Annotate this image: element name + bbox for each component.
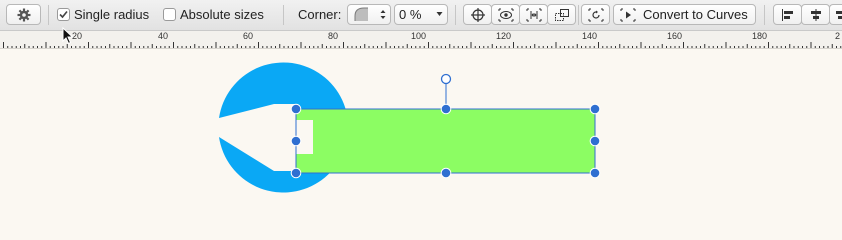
green-rectangle[interactable]	[296, 109, 595, 173]
eye-icon	[498, 8, 514, 22]
gear-icon	[17, 8, 31, 22]
convert-curves-icon	[620, 8, 636, 22]
rotate-icon	[588, 8, 604, 22]
ruler-tick-label: 2	[835, 31, 841, 41]
horizontal-ruler[interactable]: 20 40 60 80 100 120 140 160 180 2	[0, 31, 842, 49]
corner-value-text[interactable]: 0 %	[399, 7, 421, 22]
ruler-tick-label: 100	[411, 31, 427, 41]
toolbar-separator	[578, 5, 579, 25]
corner-value-combobox[interactable]: 0 %	[394, 4, 448, 25]
toolbar-separator	[48, 5, 49, 25]
align-center-icon	[809, 8, 823, 22]
resize-handle-right[interactable]	[589, 135, 601, 147]
eye-button[interactable]	[491, 4, 520, 25]
toolbar-separator	[764, 5, 765, 25]
ruler-tick-label: 160	[667, 31, 683, 41]
rotation-handle[interactable]	[440, 73, 452, 85]
resize-handle-bottom[interactable]	[440, 167, 452, 179]
rotate-button[interactable]	[581, 4, 610, 25]
ruler-tick-label: 180	[752, 31, 768, 41]
resize-handles-icon	[526, 8, 542, 22]
single-radius-label[interactable]: Single radius	[74, 7, 149, 23]
ruler-tick-label: 40	[158, 31, 169, 41]
align-left-icon	[781, 8, 795, 22]
transform-icon	[554, 8, 570, 22]
toolbar-separator	[455, 5, 456, 25]
resize-handle-top-right[interactable]	[589, 103, 601, 115]
align-right-button[interactable]	[829, 4, 842, 25]
ruler-tick-label: 80	[328, 31, 339, 41]
rounded-corner-icon	[354, 7, 372, 22]
corner-type-dropdown[interactable]	[347, 4, 391, 25]
crosshair-button[interactable]	[463, 4, 492, 25]
convert-to-curves-label: Convert to Curves	[643, 7, 748, 22]
resize-handle-top[interactable]	[440, 103, 452, 115]
resize-handle-top-left[interactable]	[290, 103, 302, 115]
stepper-arrows-icon	[380, 9, 386, 20]
ruler-tick-label: 140	[582, 31, 598, 41]
resize-handle-left[interactable]	[290, 135, 302, 147]
absolute-sizes-checkbox[interactable]	[163, 8, 176, 21]
context-toolbar: Single radius Absolute sizes Corner: 0 %	[0, 0, 842, 31]
chevron-down-icon	[436, 11, 443, 17]
absolute-sizes-label[interactable]: Absolute sizes	[180, 7, 264, 23]
toolbar-separator	[283, 5, 284, 25]
transform-button[interactable]	[547, 4, 576, 25]
single-radius-checkbox[interactable]	[57, 8, 70, 21]
align-center-button[interactable]	[801, 4, 830, 25]
resize-handles-button[interactable]	[519, 4, 548, 25]
corner-label: Corner:	[298, 7, 342, 22]
settings-button[interactable]	[6, 4, 41, 25]
mouse-cursor	[62, 27, 74, 45]
resize-handle-bottom-left[interactable]	[290, 167, 302, 179]
ruler-tick-label: 60	[243, 31, 254, 41]
align-left-button[interactable]	[773, 4, 802, 25]
convert-to-curves-button[interactable]: Convert to Curves	[613, 4, 756, 25]
resize-handle-bottom-right[interactable]	[589, 167, 601, 179]
align-right-icon	[835, 8, 842, 22]
canvas[interactable]	[0, 49, 842, 234]
crosshair-icon	[470, 7, 485, 22]
ruler-tick-label: 120	[496, 31, 512, 41]
